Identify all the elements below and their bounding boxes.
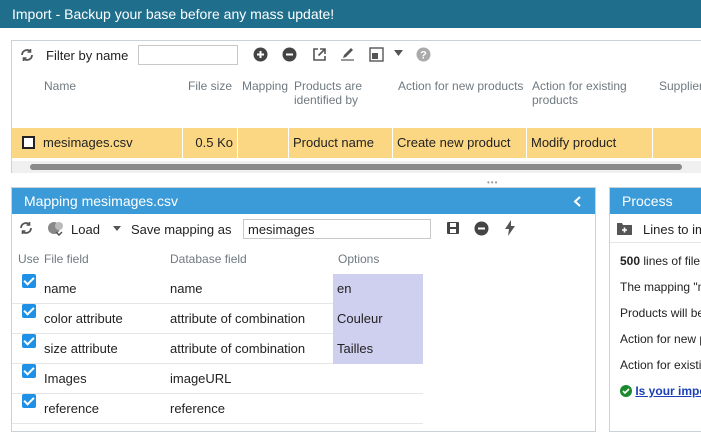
process-line: lines of file bbox=[643, 254, 701, 268]
save-mapping-label: Save mapping as bbox=[131, 222, 232, 237]
remove-icon[interactable] bbox=[474, 221, 489, 236]
resize-grip-icon[interactable]: ••• bbox=[487, 178, 498, 187]
mapping-row[interactable]: name name en bbox=[12, 274, 423, 304]
add-lines-icon[interactable] bbox=[617, 222, 632, 235]
option-cell[interactable]: Couleur bbox=[333, 304, 423, 334]
column-header-mapping[interactable]: Mapping bbox=[242, 79, 288, 93]
process-line: Products will be bbox=[620, 306, 701, 320]
lines-count: 500 bbox=[620, 254, 641, 268]
cell-identified-by: Product name bbox=[289, 128, 393, 158]
cell-action-existing: Modify product bbox=[527, 128, 653, 158]
process-line: Action for existi bbox=[620, 358, 701, 372]
use-checkbox[interactable] bbox=[22, 304, 36, 318]
process-link-row: Is your impo bbox=[620, 384, 701, 398]
database-field[interactable]: attribute of combination bbox=[170, 334, 305, 364]
column-header-file-size[interactable]: File size bbox=[188, 79, 232, 93]
mapping-panel: Mapping mesimages.csv Load Save mapping … bbox=[11, 187, 596, 432]
cell-file-size: 0.5 Ko bbox=[183, 128, 238, 158]
mapping-name-input[interactable] bbox=[243, 219, 431, 239]
process-line: Action for new p bbox=[620, 332, 701, 346]
file-grid-panel: Filter by name ? Name File size Mapping … bbox=[11, 40, 701, 173]
mapping-toolbar: Load Save mapping as bbox=[12, 215, 595, 243]
collapse-icon[interactable] bbox=[573, 196, 581, 207]
edit-icon[interactable] bbox=[340, 47, 355, 62]
option-cell[interactable]: en bbox=[333, 274, 423, 304]
mapping-row[interactable]: color attribute attribute of combination… bbox=[12, 304, 423, 334]
table-row[interactable]: mesimages.csv 0.5 Ko Product name Create… bbox=[12, 128, 701, 158]
database-field[interactable]: reference bbox=[170, 394, 225, 424]
import-check-link[interactable]: Is your impo bbox=[635, 384, 701, 398]
column-header-identified-by[interactable]: Products are identified by bbox=[294, 79, 389, 107]
process-toolbar: Lines to im bbox=[610, 215, 701, 243]
mapping-panel-header: Mapping mesimages.csv bbox=[12, 188, 595, 214]
file-field: name bbox=[44, 281, 77, 296]
column-header-file-field[interactable]: File field bbox=[44, 252, 89, 266]
file-field: Images bbox=[44, 371, 87, 386]
filter-input[interactable] bbox=[138, 45, 238, 65]
scrollbar-thumb[interactable] bbox=[30, 164, 682, 170]
use-checkbox[interactable] bbox=[22, 394, 36, 408]
lightning-icon[interactable] bbox=[504, 220, 516, 236]
chevron-down-icon[interactable] bbox=[394, 50, 403, 56]
columns-icon[interactable] bbox=[369, 47, 384, 62]
mapping-row[interactable]: size attribute attribute of combination … bbox=[12, 334, 423, 364]
process-panel: Process Lines to im 500 lines of file Th… bbox=[609, 187, 701, 432]
file-field: color attribute bbox=[44, 311, 123, 326]
database-field[interactable]: attribute of combination bbox=[170, 304, 305, 334]
mapping-row[interactable]: reference reference bbox=[12, 394, 423, 424]
database-field[interactable]: name bbox=[170, 274, 203, 304]
column-header-use[interactable]: Use bbox=[18, 252, 39, 266]
save-icon[interactable] bbox=[446, 221, 460, 235]
lines-to-import-button[interactable]: Lines to im bbox=[643, 222, 701, 237]
use-checkbox[interactable] bbox=[22, 274, 36, 288]
process-line-count: 500 lines of file bbox=[620, 254, 700, 268]
refresh-icon[interactable] bbox=[19, 221, 33, 235]
add-icon[interactable] bbox=[253, 47, 268, 62]
mapping-row[interactable]: Images imageURL bbox=[12, 364, 423, 394]
window-title: Import - Backup your base before any mas… bbox=[0, 0, 701, 28]
column-header-action-new[interactable]: Action for new products bbox=[398, 79, 523, 93]
filter-label: Filter by name bbox=[46, 48, 129, 63]
load-button[interactable]: Load bbox=[71, 222, 100, 237]
row-checkbox[interactable] bbox=[22, 136, 35, 149]
process-panel-header: Process bbox=[610, 188, 701, 214]
database-field[interactable]: imageURL bbox=[170, 364, 231, 394]
cell-mapping bbox=[238, 128, 289, 158]
column-header-name[interactable]: Name bbox=[44, 79, 76, 93]
remove-icon[interactable] bbox=[282, 47, 297, 62]
column-header-options[interactable]: Options bbox=[338, 252, 379, 266]
cell-action-new: Create new product bbox=[393, 128, 527, 158]
help-icon[interactable]: ? bbox=[416, 47, 431, 62]
file-field: reference bbox=[44, 401, 99, 416]
refresh-icon[interactable] bbox=[19, 47, 35, 63]
option-cell[interactable]: Tailles bbox=[333, 334, 423, 364]
load-dropdown-icon[interactable] bbox=[113, 226, 121, 231]
file-field: size attribute bbox=[44, 341, 118, 356]
column-header-action-existing[interactable]: Action for existing products bbox=[532, 79, 652, 107]
use-checkbox[interactable] bbox=[22, 334, 36, 348]
file-grid-toolbar: Filter by name ? bbox=[12, 41, 701, 69]
column-header-database-field[interactable]: Database field bbox=[170, 252, 247, 266]
process-line: The mapping "m bbox=[620, 280, 701, 294]
cell-name: mesimages.csv bbox=[39, 128, 183, 158]
use-checkbox[interactable] bbox=[22, 364, 36, 378]
column-header-supplier[interactable]: Supplier bbox=[659, 79, 701, 93]
external-link-icon[interactable] bbox=[312, 47, 327, 62]
mapping-panel-title: Mapping mesimages.csv bbox=[24, 193, 179, 209]
horizontal-scrollbar[interactable] bbox=[12, 161, 701, 173]
load-icon[interactable] bbox=[47, 220, 65, 236]
svg-text:?: ? bbox=[420, 50, 427, 62]
check-circle-icon bbox=[620, 385, 632, 397]
